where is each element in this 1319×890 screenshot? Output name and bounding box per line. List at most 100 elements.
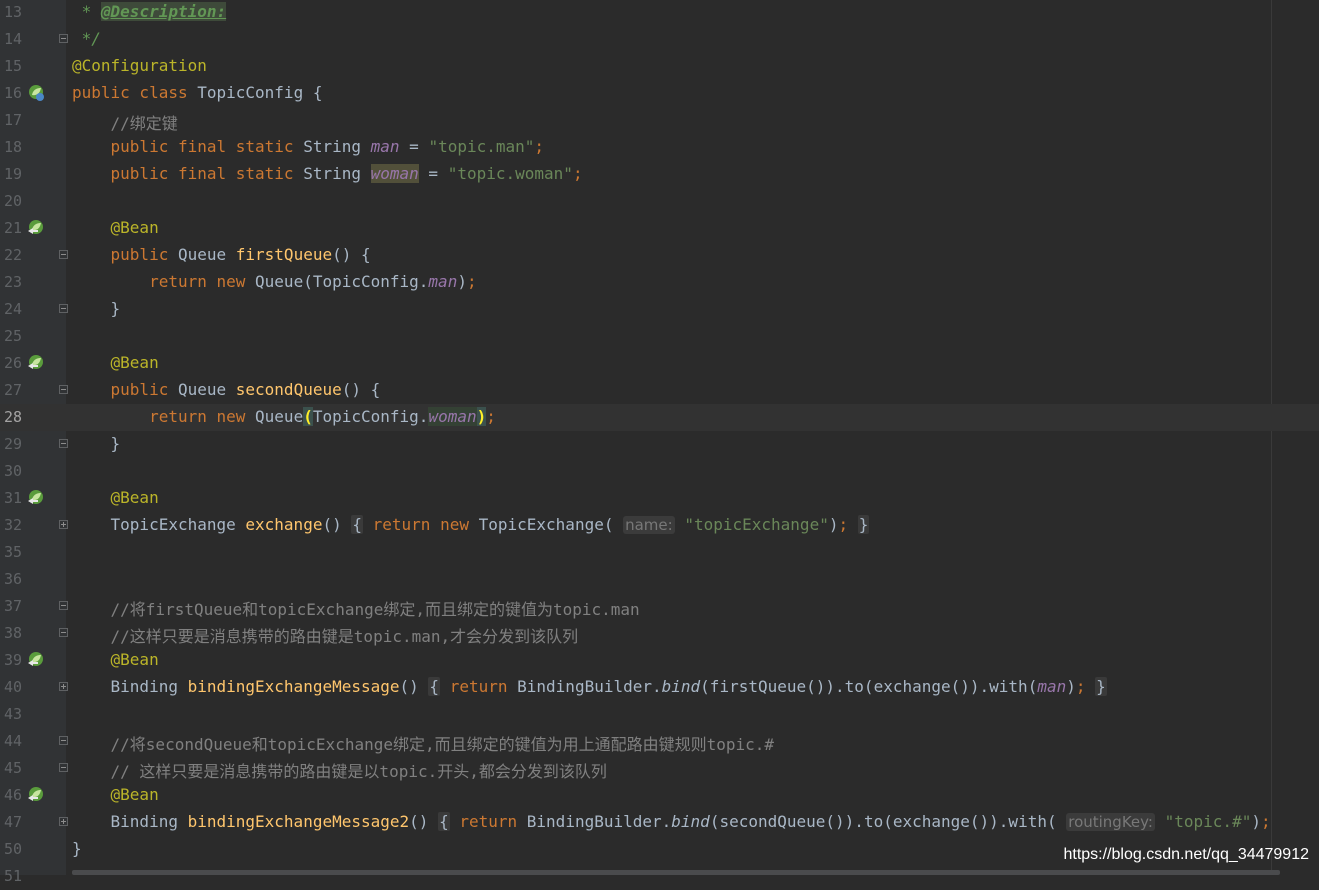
- folded-region[interactable]: {: [438, 812, 450, 831]
- code-token: ;: [572, 164, 583, 183]
- code-line[interactable]: 13 * @Description:: [0, 0, 1319, 26]
- collapse-fold-icon[interactable]: [59, 34, 68, 43]
- code-line[interactable]: 46 @Bean: [0, 782, 1319, 809]
- code-token: Queue: [177, 380, 236, 399]
- folded-region[interactable]: {: [428, 677, 441, 696]
- code-line[interactable]: 36: [0, 566, 1319, 593]
- line-number: 32: [3, 516, 22, 534]
- code-token: @Bean: [72, 218, 159, 237]
- code-line[interactable]: 23 return new Queue(TopicConfig.man);: [0, 269, 1319, 296]
- code-line[interactable]: 26 @Bean: [0, 350, 1319, 377]
- code-text: // 这样只要是消息携带的路由键是以topic.开头,都会分发到该队列: [72, 758, 607, 782]
- code-line[interactable]: 16 public class TopicConfig {: [0, 80, 1319, 107]
- collapse-fold-icon[interactable]: [59, 304, 68, 313]
- line-number: 36: [3, 570, 22, 588]
- expand-fold-icon[interactable]: [59, 817, 68, 826]
- code-text: @Bean: [72, 785, 159, 804]
- code-text: public class TopicConfig {: [72, 83, 322, 102]
- code-token: man: [1037, 677, 1067, 696]
- horizontal-scrollbar[interactable]: [72, 870, 1280, 875]
- line-number: 46: [3, 786, 22, 804]
- code-line[interactable]: 47 Binding bindingExchangeMessage2() { r…: [0, 809, 1319, 836]
- code-token: //将firstQueue和topicExchange绑定,而且绑定的键值为to…: [72, 600, 640, 619]
- code-line[interactable]: 18 public final static String man = "top…: [0, 134, 1319, 161]
- code-token: BindingBuilder.: [517, 677, 662, 696]
- code-token: (firstQueue()).to(exchange()).with(: [700, 677, 1038, 696]
- code-line[interactable]: 21 @Bean: [0, 215, 1319, 242]
- code-line[interactable]: 27 public Queue secondQueue() {: [0, 377, 1319, 404]
- folded-region[interactable]: }: [1095, 677, 1107, 696]
- code-line[interactable]: 24 }: [0, 296, 1319, 323]
- code-token: ;: [486, 407, 496, 426]
- code-line[interactable]: 28 return new Queue(TopicConfig.woman);: [0, 404, 1319, 431]
- code-token: (): [322, 515, 352, 534]
- code-line[interactable]: 51: [0, 863, 1319, 890]
- collapse-fold-icon[interactable]: [59, 763, 68, 772]
- code-token: "topicExchange": [674, 515, 829, 534]
- code-token: Queue(TopicConfig.: [255, 272, 429, 291]
- code-line[interactable]: 22 public Queue firstQueue() {: [0, 242, 1319, 269]
- line-number: 24: [3, 300, 22, 318]
- code-token: }: [72, 299, 121, 318]
- code-line[interactable]: 44 //将secondQueue和topicExchange绑定,而且绑定的键…: [0, 728, 1319, 755]
- code-editor[interactable]: 13 * @Description: 14 */15 @Configuration 1…: [0, 0, 1319, 885]
- code-text: @Bean: [72, 218, 159, 237]
- code-text: public final static String man = "topic.…: [72, 137, 545, 156]
- expand-fold-icon[interactable]: [59, 520, 68, 529]
- folded-region[interactable]: {: [351, 515, 363, 534]
- code-line[interactable]: 25: [0, 323, 1319, 350]
- code-token: Binding: [72, 812, 188, 831]
- code-line[interactable]: 37 //将firstQueue和topicExchange绑定,而且绑定的键值…: [0, 593, 1319, 620]
- code-line[interactable]: 14 */: [0, 26, 1319, 53]
- line-number: 35: [3, 543, 22, 561]
- code-token: ): [457, 272, 467, 291]
- code-token: Queue: [255, 407, 304, 426]
- collapse-fold-icon[interactable]: [59, 628, 68, 637]
- code-line[interactable]: 43: [0, 701, 1319, 728]
- code-line[interactable]: 45 // 这样只要是消息携带的路由键是以topic.开头,都会分发到该队列: [0, 755, 1319, 782]
- spring-bean-icon[interactable]: [27, 219, 45, 237]
- spring-config-icon[interactable]: [27, 84, 45, 102]
- collapse-fold-icon[interactable]: [59, 736, 68, 745]
- code-line[interactable]: 20: [0, 188, 1319, 215]
- code-token: (: [303, 407, 313, 426]
- code-line[interactable]: 39 @Bean: [0, 647, 1319, 674]
- code-text: Binding bindingExchangeMessage2() { retu…: [72, 812, 1271, 831]
- code-token: TopicExchange(: [478, 515, 624, 534]
- code-line[interactable]: 19 public final static String woman = "t…: [0, 161, 1319, 188]
- code-line[interactable]: 30: [0, 458, 1319, 485]
- collapse-fold-icon[interactable]: [59, 601, 68, 610]
- code-line[interactable]: 29 }: [0, 431, 1319, 458]
- code-line[interactable]: 15 @Configuration: [0, 53, 1319, 80]
- code-line[interactable]: 32 TopicExchange exchange() { return new…: [0, 512, 1319, 539]
- code-line[interactable]: 35: [0, 539, 1319, 566]
- code-line[interactable]: 31 @Bean: [0, 485, 1319, 512]
- code-token: //将secondQueue和topicExchange绑定,而且绑定的键值为用…: [72, 735, 775, 754]
- collapse-fold-icon[interactable]: [59, 250, 68, 259]
- code-token: @Bean: [72, 488, 159, 507]
- folded-region[interactable]: }: [857, 515, 870, 534]
- line-number: 20: [3, 192, 22, 210]
- code-line[interactable]: 40 Binding bindingExchangeMessage() { re…: [0, 674, 1319, 701]
- line-number: 26: [3, 354, 22, 372]
- code-token: "topic.man": [428, 137, 535, 156]
- code-token: () {: [332, 245, 371, 264]
- code-line[interactable]: 17 //绑定键: [0, 107, 1319, 134]
- code-token: bindingExchangeMessage: [187, 677, 400, 696]
- code-token: return new: [72, 407, 256, 426]
- collapse-fold-icon[interactable]: [59, 385, 68, 394]
- code-token: //这样只要是消息携带的路由键是topic.man,才会分发到该队列: [72, 627, 579, 646]
- spring-bean-icon[interactable]: [27, 354, 45, 372]
- code-token: secondQueue: [235, 380, 342, 399]
- spring-bean-icon[interactable]: [27, 651, 45, 669]
- spring-bean-icon[interactable]: [27, 786, 45, 804]
- expand-fold-icon[interactable]: [59, 682, 68, 691]
- collapse-fold-icon[interactable]: [59, 439, 68, 448]
- code-line[interactable]: 38 //这样只要是消息携带的路由键是topic.man,才会分发到该队列: [0, 620, 1319, 647]
- line-number: 50: [3, 840, 22, 858]
- spring-bean-icon[interactable]: [27, 489, 45, 507]
- line-number: 19: [3, 165, 22, 183]
- code-token: //绑定键: [72, 114, 178, 133]
- line-number: 39: [3, 651, 22, 669]
